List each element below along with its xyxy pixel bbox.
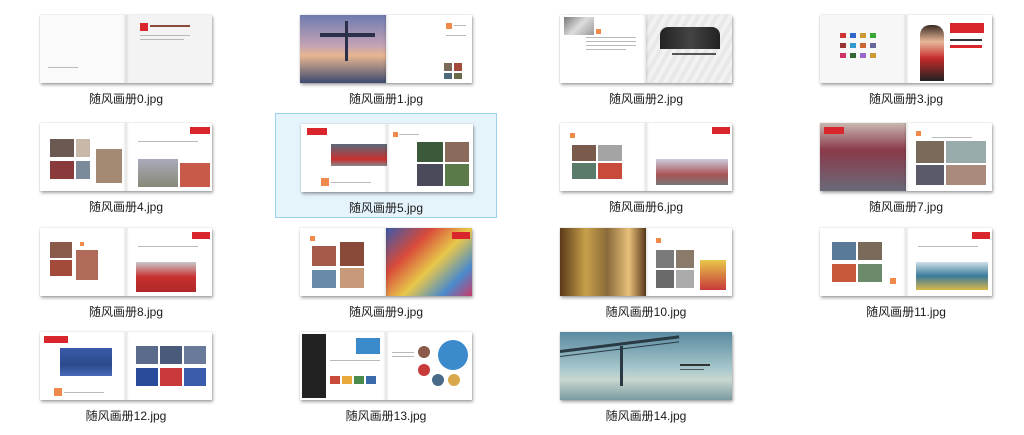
file-thumbnail	[40, 123, 212, 191]
file-item[interactable]: 随风画册4.jpg	[15, 113, 237, 218]
file-thumbnail	[820, 15, 992, 83]
file-name: 随风画册6.jpg	[608, 200, 684, 214]
file-thumbnail	[560, 332, 732, 400]
file-item[interactable]: 随风画册3.jpg	[795, 5, 1017, 110]
file-name: 随风画册10.jpg	[605, 305, 687, 319]
file-thumbnail	[300, 228, 472, 296]
file-thumbnail	[820, 228, 992, 296]
file-item[interactable]: 随风画册1.jpg	[275, 5, 497, 110]
file-thumbnail	[40, 332, 212, 400]
file-name: 随风画册8.jpg	[88, 305, 164, 319]
file-name: 随风画册4.jpg	[88, 200, 164, 214]
file-item-selected[interactable]: 随风画册5.jpg	[275, 113, 497, 218]
file-item[interactable]: 随风画册9.jpg	[275, 218, 497, 323]
file-name: 随风画册9.jpg	[348, 305, 424, 319]
file-thumbnail	[301, 124, 473, 192]
file-thumbnail	[560, 15, 732, 83]
file-name: 随风画册14.jpg	[605, 409, 687, 423]
file-thumbnail	[40, 228, 212, 296]
file-item[interactable]: 随风画册6.jpg	[535, 113, 757, 218]
file-thumbnail	[560, 228, 732, 296]
file-thumbnail	[560, 123, 732, 191]
file-item[interactable]: 随风画册11.jpg	[795, 218, 1017, 323]
file-name: 随风画册2.jpg	[608, 92, 684, 106]
file-item[interactable]: 随风画册12.jpg	[15, 322, 237, 427]
file-item[interactable]: 随风画册0.jpg	[15, 5, 237, 110]
file-name: 随风画册7.jpg	[868, 200, 944, 214]
file-item[interactable]: 随风画册7.jpg	[795, 113, 1017, 218]
file-name: 随风画册0.jpg	[88, 92, 164, 106]
file-thumbnail	[300, 15, 472, 83]
file-name: 随风画册5.jpg	[348, 201, 424, 215]
file-item[interactable]: 随风画册2.jpg	[535, 5, 757, 110]
file-item[interactable]: 随风画册10.jpg	[535, 218, 757, 323]
file-thumbnail	[40, 15, 212, 83]
file-name: 随风画册11.jpg	[866, 305, 946, 319]
file-thumbnail	[300, 332, 472, 400]
file-name: 随风画册13.jpg	[345, 409, 427, 423]
file-name: 随风画册1.jpg	[348, 92, 424, 106]
file-item[interactable]: 随风画册14.jpg	[535, 322, 757, 427]
file-item[interactable]: 随风画册13.jpg	[275, 322, 497, 427]
file-name: 随风画册12.jpg	[85, 409, 167, 423]
file-thumbnail	[820, 123, 992, 191]
file-item[interactable]: 随风画册8.jpg	[15, 218, 237, 323]
file-grid: 随风画册0.jpg 随风画册1.jpg 随风画册2.jpg 随风画册3.jpg …	[0, 0, 1024, 435]
file-name: 随风画册3.jpg	[868, 92, 944, 106]
